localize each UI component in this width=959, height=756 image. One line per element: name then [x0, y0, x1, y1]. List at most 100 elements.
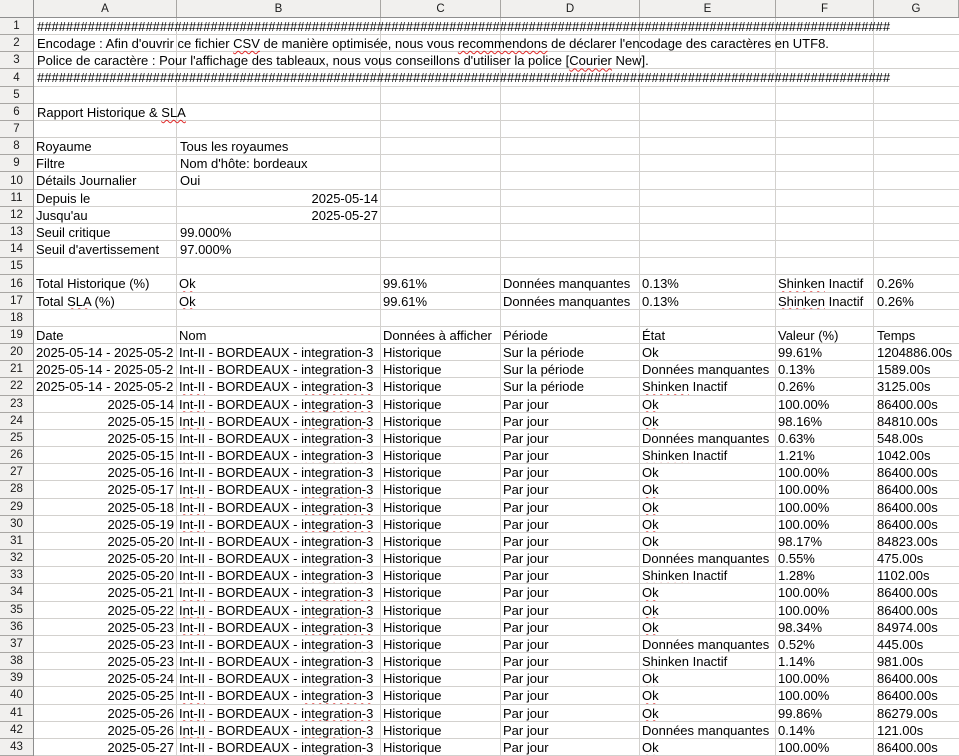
row-header-17[interactable]: 17	[0, 293, 33, 310]
cell-A34[interactable]: 2025-05-21	[36, 584, 174, 600]
cell-C41[interactable]: Historique	[383, 705, 498, 721]
row-header-41[interactable]: 41	[0, 705, 33, 722]
cell-B24[interactable]: Int-II - BORDEAUX - integration-3	[179, 413, 378, 429]
cell-B25[interactable]: Int-II - BORDEAUX - integration-3	[179, 430, 378, 446]
row-header-14[interactable]: 14	[0, 241, 33, 258]
row-header-11[interactable]: 11	[0, 190, 33, 207]
column-header-C[interactable]: C	[381, 0, 501, 17]
cell-A2[interactable]: Encodage : Afin d'ouvrir ce fichier CSV …	[37, 35, 829, 51]
cell-B41[interactable]: Int-II - BORDEAUX - integration-3	[179, 705, 378, 721]
cell-A6[interactable]: Rapport Historique & SLA	[37, 104, 186, 120]
cell-F43[interactable]: 100.00%	[778, 739, 871, 755]
cell-E38[interactable]: Shinken Inactif	[642, 653, 773, 669]
cell-G28[interactable]: 86400.00s	[877, 481, 938, 497]
cell-D37[interactable]: Par jour	[503, 636, 637, 652]
cell-D42[interactable]: Par jour	[503, 722, 637, 738]
cell-G43[interactable]: 86400.00s	[877, 739, 938, 755]
cell-C27[interactable]: Historique	[383, 464, 498, 480]
cell-G32[interactable]: 475.00s	[877, 550, 923, 566]
cell-G27[interactable]: 86400.00s	[877, 464, 938, 480]
cell-B20[interactable]: Int-II - BORDEAUX - integration-3	[179, 344, 378, 360]
cell-D25[interactable]: Par jour	[503, 430, 637, 446]
cell-F28[interactable]: 100.00%	[778, 481, 871, 497]
row-header-31[interactable]: 31	[0, 533, 33, 550]
cell-F37[interactable]: 0.52%	[778, 636, 871, 652]
column-header-F[interactable]: F	[776, 0, 874, 17]
cell-C42[interactable]: Historique	[383, 722, 498, 738]
cell-E24[interactable]: Ok	[642, 413, 773, 429]
cell-E33[interactable]: Shinken Inactif	[642, 567, 773, 583]
row-header-23[interactable]: 23	[0, 396, 33, 413]
row-header-42[interactable]: 42	[0, 722, 33, 739]
cell-F39[interactable]: 100.00%	[778, 670, 871, 686]
cell-G25[interactable]: 548.00s	[877, 430, 923, 446]
cell-D31[interactable]: Par jour	[503, 533, 637, 549]
cell-B23[interactable]: Int-II - BORDEAUX - integration-3	[179, 396, 378, 412]
cell-C23[interactable]: Historique	[383, 396, 498, 412]
cell-A35[interactable]: 2025-05-22	[36, 602, 174, 618]
cell-A27[interactable]: 2025-05-16	[36, 464, 174, 480]
cell-B22[interactable]: Int-II - BORDEAUX - integration-3	[179, 378, 378, 394]
cell-E30[interactable]: Ok	[642, 516, 773, 532]
cell-E23[interactable]: Ok	[642, 396, 773, 412]
cell-F22[interactable]: 0.26%	[778, 378, 871, 394]
cell-C40[interactable]: Historique	[383, 687, 498, 703]
cell-G37[interactable]: 445.00s	[877, 636, 923, 652]
cell-G17[interactable]: 0.26%	[877, 293, 914, 309]
cell-A1[interactable]: ########################################…	[37, 18, 890, 34]
cell-A32[interactable]: 2025-05-20	[36, 550, 174, 566]
cell-G21[interactable]: 1589.00s	[877, 361, 931, 377]
cell-A20[interactable]: 2025-05-14 - 2025-05-27	[36, 344, 174, 360]
row-header-13[interactable]: 13	[0, 224, 33, 241]
cell-E19[interactable]: État	[642, 327, 773, 343]
cell-D28[interactable]: Par jour	[503, 481, 637, 497]
cell-D35[interactable]: Par jour	[503, 602, 637, 618]
cell-G22[interactable]: 3125.00s	[877, 378, 931, 394]
row-header-6[interactable]: 6	[0, 104, 33, 121]
cell-C43[interactable]: Historique	[383, 739, 498, 755]
cell-D33[interactable]: Par jour	[503, 567, 637, 583]
cell-A42[interactable]: 2025-05-26	[36, 722, 174, 738]
row-header-10[interactable]: 10	[0, 172, 33, 189]
row-header-34[interactable]: 34	[0, 584, 33, 601]
column-header-B[interactable]: B	[177, 0, 381, 17]
cell-A4[interactable]: ########################################…	[37, 69, 890, 85]
cell-F26[interactable]: 1.21%	[778, 447, 871, 463]
cell-F40[interactable]: 100.00%	[778, 687, 871, 703]
cell-E28[interactable]: Ok	[642, 481, 773, 497]
cell-A31[interactable]: 2025-05-20	[36, 533, 174, 549]
cell-B17[interactable]: Ok	[179, 293, 378, 309]
cell-A24[interactable]: 2025-05-15	[36, 413, 174, 429]
row-header-12[interactable]: 12	[0, 207, 33, 224]
cell-E31[interactable]: Ok	[642, 533, 773, 549]
cell-F20[interactable]: 99.61%	[778, 344, 871, 360]
cell-B28[interactable]: Int-II - BORDEAUX - integration-3	[179, 481, 378, 497]
cell-G31[interactable]: 84823.00s	[877, 533, 938, 549]
cell-G41[interactable]: 86279.00s	[877, 705, 938, 721]
cell-D17[interactable]: Données manquantes	[503, 293, 637, 309]
cell-A21[interactable]: 2025-05-14 - 2025-05-27	[36, 361, 174, 377]
cell-F30[interactable]: 100.00%	[778, 516, 871, 532]
cell-C31[interactable]: Historique	[383, 533, 498, 549]
cell-C21[interactable]: Historique	[383, 361, 498, 377]
cell-B14[interactable]: 97.000%	[180, 241, 231, 257]
cell-E16[interactable]: 0.13%	[642, 275, 773, 291]
row-header-9[interactable]: 9	[0, 155, 33, 172]
cell-G23[interactable]: 86400.00s	[877, 396, 938, 412]
row-header-39[interactable]: 39	[0, 670, 33, 687]
cell-F34[interactable]: 100.00%	[778, 584, 871, 600]
cell-B21[interactable]: Int-II - BORDEAUX - integration-3	[179, 361, 378, 377]
cell-D27[interactable]: Par jour	[503, 464, 637, 480]
cell-B10[interactable]: Oui	[180, 172, 200, 188]
cell-E39[interactable]: Ok	[642, 670, 773, 686]
cell-C30[interactable]: Historique	[383, 516, 498, 532]
cell-B30[interactable]: Int-II - BORDEAUX - integration-3	[179, 516, 378, 532]
row-header-21[interactable]: 21	[0, 361, 33, 378]
cell-B19[interactable]: Nom	[179, 327, 378, 343]
row-header-20[interactable]: 20	[0, 344, 33, 361]
row-header-36[interactable]: 36	[0, 619, 33, 636]
cell-D43[interactable]: Par jour	[503, 739, 637, 755]
cell-C25[interactable]: Historique	[383, 430, 498, 446]
cell-A13[interactable]: Seuil critique	[36, 224, 174, 240]
row-header-15[interactable]: 15	[0, 258, 33, 275]
